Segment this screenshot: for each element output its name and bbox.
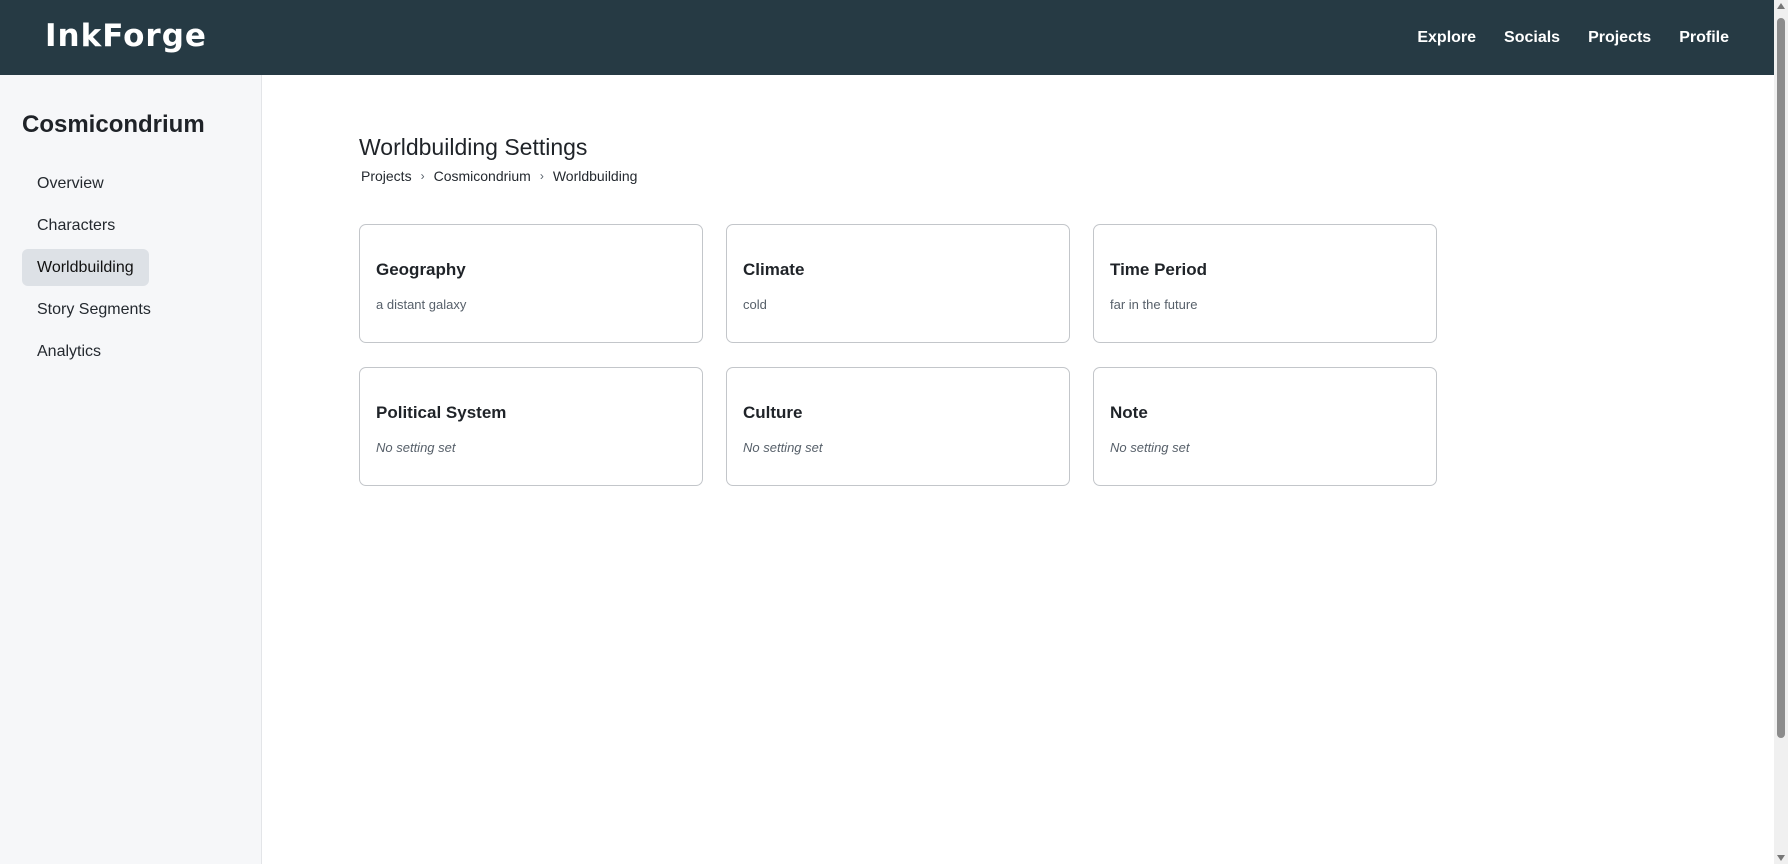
- sidebar-item-characters[interactable]: Characters: [22, 207, 130, 244]
- project-title: Cosmicondrium: [22, 111, 205, 138]
- top-navbar: InkForge Explore Socials Projects Profil…: [0, 0, 1774, 75]
- card-title: Culture: [743, 403, 803, 422]
- card-value: far in the future: [1110, 297, 1198, 312]
- card-value: cold: [743, 297, 767, 312]
- app-logo[interactable]: InkForge: [45, 18, 207, 54]
- scroll-thumb[interactable]: [1777, 18, 1785, 738]
- card-value: No setting set: [376, 440, 456, 455]
- card-title: Note: [1110, 403, 1148, 422]
- sidebar-item-worldbuilding[interactable]: Worldbuilding: [22, 249, 149, 286]
- main-header: Worldbuilding Settings Projects › Cosmic…: [359, 134, 637, 184]
- breadcrumb: Projects › Cosmicondrium › Worldbuilding: [359, 168, 637, 184]
- top-nav: Explore Socials Projects Profile: [1417, 0, 1729, 75]
- scroll-up-arrow-icon[interactable]: [1777, 3, 1785, 9]
- setting-card-geography[interactable]: Geography a distant galaxy: [359, 224, 703, 343]
- setting-card-note[interactable]: Note No setting set: [1093, 367, 1437, 486]
- card-value: a distant galaxy: [376, 297, 467, 312]
- nav-socials[interactable]: Socials: [1504, 29, 1560, 47]
- breadcrumb-worldbuilding[interactable]: Worldbuilding: [553, 168, 638, 184]
- nav-projects[interactable]: Projects: [1588, 29, 1651, 47]
- sidebar-nav: Overview Characters Worldbuilding Story …: [22, 165, 242, 375]
- setting-card-culture[interactable]: Culture No setting set: [726, 367, 1070, 486]
- card-title: Political System: [376, 403, 507, 422]
- card-title: Geography: [376, 260, 466, 279]
- card-value: No setting set: [743, 440, 823, 455]
- nav-explore[interactable]: Explore: [1417, 29, 1476, 47]
- breadcrumb-project[interactable]: Cosmicondrium: [434, 168, 531, 184]
- sidebar-item-analytics[interactable]: Analytics: [22, 333, 116, 370]
- sidebar-item-overview[interactable]: Overview: [22, 165, 119, 202]
- scroll-down-arrow-icon[interactable]: [1777, 855, 1785, 861]
- sidebar-item-story-segments[interactable]: Story Segments: [22, 291, 166, 328]
- nav-profile[interactable]: Profile: [1679, 29, 1729, 47]
- setting-card-time-period[interactable]: Time Period far in the future: [1093, 224, 1437, 343]
- breadcrumb-separator: ›: [539, 169, 544, 183]
- page-title: Worldbuilding Settings: [359, 134, 588, 160]
- vertical-scrollbar[interactable]: [1774, 0, 1788, 864]
- card-title: Climate: [743, 260, 805, 279]
- card-value: No setting set: [1110, 440, 1190, 455]
- settings-grid: Geography a distant galaxy Climate cold …: [359, 224, 1437, 486]
- breadcrumb-separator: ›: [420, 169, 425, 183]
- breadcrumb-projects[interactable]: Projects: [361, 168, 412, 184]
- setting-card-political-system[interactable]: Political System No setting set: [359, 367, 703, 486]
- card-title: Time Period: [1110, 260, 1207, 279]
- setting-card-climate[interactable]: Climate cold: [726, 224, 1070, 343]
- project-sidebar: Cosmicondrium Overview Characters Worldb…: [0, 75, 262, 864]
